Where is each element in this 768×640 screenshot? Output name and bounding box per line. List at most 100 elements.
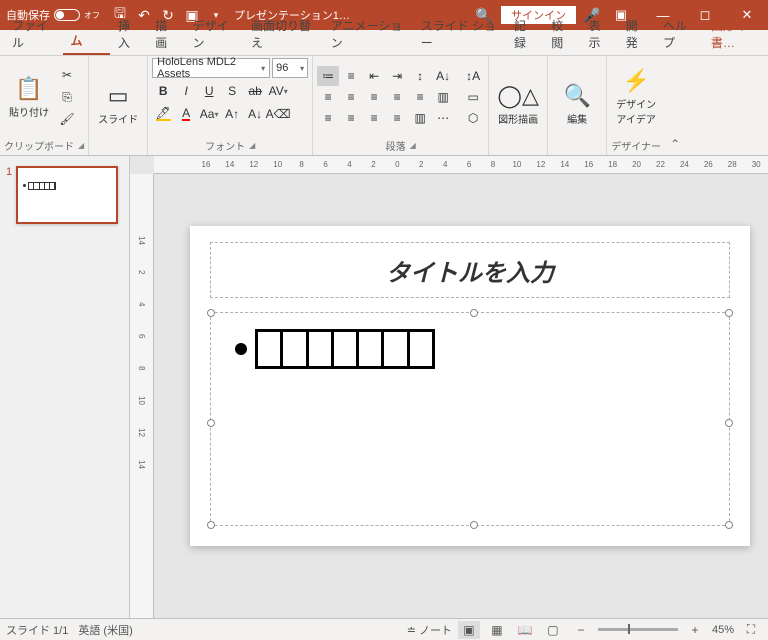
- body-placeholder[interactable]: [210, 312, 730, 526]
- distribute-button[interactable]: ≡: [409, 87, 431, 107]
- char-spacing-button[interactable]: AV▾: [267, 81, 289, 101]
- slide-canvas[interactable]: タイトルを入力: [190, 226, 750, 546]
- align-left2-button[interactable]: ≡: [317, 108, 339, 128]
- shapes-icon: ◯△: [497, 83, 539, 109]
- design-idea-button[interactable]: ⚡ デザイン アイデア: [611, 62, 661, 132]
- placeholder-char-boxes: [255, 329, 435, 369]
- tab-view[interactable]: 表示: [581, 13, 618, 55]
- font-name-select[interactable]: HoloLens MDL2 Assets▾: [152, 58, 270, 78]
- lightning-icon: ⚡: [622, 68, 649, 94]
- zoom-level[interactable]: 45%: [712, 624, 734, 636]
- group-editing: 🔍 編集: [548, 56, 607, 155]
- align-center-button[interactable]: ≡: [340, 87, 362, 107]
- collapse-ribbon-icon[interactable]: ⌃: [665, 56, 685, 155]
- zoom-out-button[interactable]: −: [570, 621, 592, 639]
- align-left-button[interactable]: ≡: [317, 87, 339, 107]
- edit-button[interactable]: 🔍 編集: [552, 70, 602, 140]
- clear-format-button[interactable]: A⌫: [267, 104, 289, 124]
- bold-button[interactable]: B: [152, 81, 174, 101]
- search-edit-icon: 🔍: [563, 83, 590, 109]
- paragraph-dialog-icon[interactable]: ◢: [410, 141, 416, 150]
- justify2-button[interactable]: ≡: [386, 108, 408, 128]
- normal-view-icon[interactable]: ▣: [458, 621, 480, 639]
- smartart-button[interactable]: ⬡: [462, 108, 484, 128]
- tab-insert[interactable]: 挿入: [110, 13, 147, 55]
- zoom-in-button[interactable]: +: [684, 621, 706, 639]
- cut-icon[interactable]: ✂: [58, 66, 76, 84]
- tab-record[interactable]: 記録: [506, 13, 543, 55]
- paste-button[interactable]: 📋 貼り付け: [4, 62, 54, 132]
- title-placeholder[interactable]: タイトルを入力: [210, 242, 730, 298]
- columns-button[interactable]: ▥: [432, 87, 454, 107]
- font-dialog-icon[interactable]: ◢: [249, 141, 255, 150]
- thumbnail-panel: 1: [0, 156, 130, 618]
- ruler-vertical: 142468101214: [130, 174, 154, 618]
- numbering-button[interactable]: ≡: [340, 66, 362, 86]
- status-bar: スライド 1/1 英語 (米国) ≐ ノート ▣ ▦ 📖 ▢ − + 45% ⛶: [0, 618, 768, 640]
- slide-counter[interactable]: スライド 1/1: [6, 622, 68, 638]
- group-paragraph: ≔ ≡ ⇤ ⇥ ↕ A↓ ≡ ≡ ≡ ≡ ≡ ▥ ≡ ≡ ≡ ≡ ▥ ⋯ ↕A: [313, 56, 489, 155]
- tab-file[interactable]: ファイル: [4, 13, 63, 55]
- shrink-font-button[interactable]: A↓: [244, 104, 266, 124]
- align-center2-button[interactable]: ≡: [340, 108, 362, 128]
- group-font: HoloLens MDL2 Assets▾ 96▾ B I U S ab AV▾…: [148, 56, 313, 155]
- decrease-indent-button[interactable]: ⇤: [363, 66, 385, 86]
- italic-button[interactable]: I: [175, 81, 197, 101]
- work-area: 1 16141210864202468101214161820222426283…: [0, 156, 768, 618]
- tab-review[interactable]: 校閲: [543, 13, 580, 55]
- zoom-slider[interactable]: [598, 628, 678, 631]
- change-case-button[interactable]: Aa▾: [198, 104, 220, 124]
- font-size-select[interactable]: 96▾: [272, 58, 308, 78]
- more-para-button[interactable]: ⋯: [432, 108, 454, 128]
- text-direction-button[interactable]: A↓: [432, 66, 454, 86]
- group-drawing: ◯△ 図形描画: [489, 56, 548, 155]
- bullet-icon: [235, 343, 247, 355]
- font-color-button[interactable]: A: [175, 104, 197, 124]
- shadow-button[interactable]: S: [221, 81, 243, 101]
- notes-button[interactable]: ≐ ノート: [407, 622, 452, 638]
- group-clipboard: 📋 貼り付け ✂ ⎘ 🖌 クリップボード◢: [0, 56, 89, 155]
- group-slides: ▭ スライド: [89, 56, 148, 155]
- tab-design[interactable]: デザイン: [185, 13, 244, 55]
- ribbon: 📋 貼り付け ✂ ⎘ 🖌 クリップボード◢ ▭ スライド HoloLens MD…: [0, 56, 768, 156]
- canvas-area: 161412108642024681012141618202224262830 …: [130, 156, 768, 618]
- columns2-button[interactable]: ▥: [409, 108, 431, 128]
- group-designer: ⚡ デザイン アイデア デザイナー: [607, 56, 665, 155]
- reading-view-icon[interactable]: 📖: [514, 621, 536, 639]
- tab-animation[interactable]: アニメーション: [323, 13, 413, 55]
- bullets-button[interactable]: ≔: [317, 66, 339, 86]
- clipboard-dialog-icon[interactable]: ◢: [78, 141, 84, 150]
- underline-button[interactable]: U: [198, 81, 220, 101]
- align-right2-button[interactable]: ≡: [363, 108, 385, 128]
- ruler-horizontal: 161412108642024681012141618202224262830: [154, 156, 768, 174]
- thumb-number: 1: [6, 166, 12, 224]
- align-text-button[interactable]: ▭: [462, 87, 484, 107]
- sorter-view-icon[interactable]: ▦: [486, 621, 508, 639]
- slideshow-view-icon[interactable]: ▢: [542, 621, 564, 639]
- fit-window-icon[interactable]: ⛶: [740, 621, 762, 639]
- text-dir-v-button[interactable]: ↕A: [462, 66, 484, 86]
- new-slide-button[interactable]: ▭ スライド: [93, 70, 143, 140]
- grow-font-button[interactable]: A↑: [221, 104, 243, 124]
- line-spacing-button[interactable]: ↕: [409, 66, 431, 86]
- format-painter-icon[interactable]: 🖌: [58, 110, 76, 128]
- highlight-button[interactable]: 🖊: [152, 104, 174, 124]
- tab-slideshow[interactable]: スライド ショー: [413, 13, 506, 55]
- copy-icon[interactable]: ⎘: [58, 88, 76, 106]
- language-indicator[interactable]: 英語 (米国): [78, 622, 132, 638]
- tab-draw[interactable]: 描画: [147, 13, 184, 55]
- increase-indent-button[interactable]: ⇥: [386, 66, 408, 86]
- slide-icon: ▭: [108, 83, 129, 109]
- tab-help[interactable]: ヘルプ: [655, 13, 703, 55]
- tab-shape-format[interactable]: 図形の書…: [703, 13, 768, 55]
- ribbon-tabs: ファイル ホーム 挿入 描画 デザイン 画面切り替え アニメーション スライド …: [0, 30, 768, 56]
- tab-transition[interactable]: 画面切り替え: [243, 13, 323, 55]
- tab-developer[interactable]: 開発: [618, 13, 655, 55]
- clipboard-icon: 📋: [15, 76, 42, 102]
- justify-button[interactable]: ≡: [386, 87, 408, 107]
- align-right-button[interactable]: ≡: [363, 87, 385, 107]
- bullet-item[interactable]: [235, 329, 435, 369]
- strike-button[interactable]: ab: [244, 81, 266, 101]
- shape-draw-button[interactable]: ◯△ 図形描画: [493, 70, 543, 140]
- slide-thumbnail[interactable]: [16, 166, 118, 224]
